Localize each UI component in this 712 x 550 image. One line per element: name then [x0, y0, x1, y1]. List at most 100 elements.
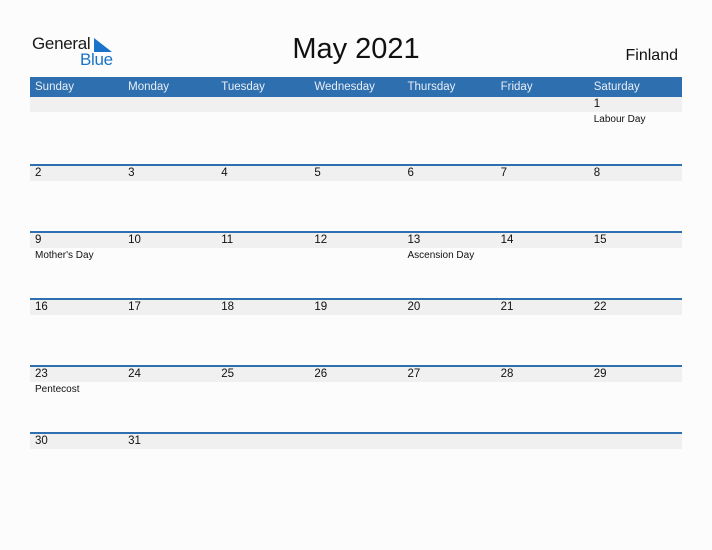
weekday-sunday: Sunday — [35, 81, 75, 93]
weekday-saturday: Saturday — [593, 81, 640, 93]
day-number: 29 — [593, 368, 607, 380]
day-cell: 25 — [216, 367, 309, 397]
day-number — [594, 434, 682, 449]
day-number: 17 — [128, 301, 141, 313]
day-cell: 3 — [123, 166, 216, 181]
day-cell: 22 — [589, 300, 682, 315]
day-cell: 19 — [309, 300, 402, 315]
day-cell: 16 — [30, 300, 123, 315]
week-row: 2 3 4 5 6 7 8 — [30, 164, 682, 230]
day-number: 18 — [221, 301, 235, 313]
day-number — [501, 97, 589, 112]
day-cell: 11 — [216, 233, 309, 263]
holiday-label: Ascension Day — [407, 250, 475, 261]
day-cell: 9 Mother's Day — [30, 233, 123, 263]
day-cell: 4 — [216, 166, 309, 181]
day-number: 11 — [221, 234, 234, 246]
day-number — [501, 434, 589, 449]
day-number — [408, 434, 496, 449]
day-number: 19 — [314, 301, 328, 313]
day-cell — [403, 97, 496, 127]
day-number: 28 — [500, 368, 514, 380]
day-cell — [309, 434, 402, 449]
day-number: 13 — [407, 234, 421, 246]
day-cell: 18 — [216, 300, 309, 315]
day-number: 24 — [128, 368, 141, 380]
day-number: 27 — [407, 368, 421, 380]
day-number: 5 — [314, 167, 321, 179]
day-cell: 12 — [309, 233, 402, 263]
day-cell: 23 Pentecost — [30, 367, 123, 397]
day-number: 25 — [221, 368, 235, 380]
day-cells: 2 3 4 5 6 7 8 — [30, 166, 682, 181]
day-number: 16 — [35, 301, 48, 313]
day-number: 4 — [221, 167, 228, 179]
day-number: 9 — [35, 234, 42, 246]
holiday-label: Mother's Day — [35, 250, 94, 261]
day-number: 7 — [500, 167, 508, 179]
day-cells: 23 Pentecost 24 25 26 27 28 29 — [30, 367, 682, 397]
day-cells: 9 Mother's Day 10 11 12 13 Ascension Day 14 15 — [30, 233, 682, 263]
day-cell: 31 — [123, 434, 216, 449]
week-row: 30 31 — [30, 432, 682, 498]
day-cell: 1 Labour Day — [589, 97, 682, 127]
country-label: Finland — [625, 47, 678, 64]
day-number — [35, 97, 123, 112]
day-cell — [216, 97, 309, 127]
day-number: 10 — [128, 234, 141, 246]
day-cell: 28 — [496, 367, 589, 397]
day-cell — [403, 434, 496, 449]
day-number: 2 — [35, 167, 42, 179]
day-number: 12 — [314, 234, 328, 246]
calendar-title: May 2021 — [292, 33, 420, 65]
weekday-header: Sunday Monday Tuesday Wednesday Thursday… — [30, 77, 682, 97]
day-cell: 17 — [123, 300, 216, 315]
weekday-wednesday: Wednesday — [314, 81, 375, 93]
day-cell — [309, 97, 402, 127]
day-cell: 30 — [30, 434, 123, 449]
day-cell: 10 — [123, 233, 216, 263]
day-number: 20 — [407, 301, 421, 313]
calendar-grid: Sunday Monday Tuesday Wednesday Thursday… — [30, 77, 682, 498]
day-cell: 20 — [403, 300, 496, 315]
weeks-container: 1 Labour Day 2 3 4 5 6 7 8 9 Mother's Day 10 11 12 13 A… — [30, 97, 682, 498]
day-number: 14 — [500, 234, 514, 246]
day-cell — [496, 97, 589, 127]
day-number — [221, 434, 309, 449]
day-cell: 26 — [309, 367, 402, 397]
day-cell: 24 — [123, 367, 216, 397]
day-number: 15 — [593, 234, 607, 246]
day-number — [128, 97, 216, 112]
week-row: 16 17 18 19 20 21 22 — [30, 298, 682, 364]
day-cell: 7 — [496, 166, 589, 181]
day-number: 31 — [128, 435, 141, 447]
day-cell: 5 — [309, 166, 402, 181]
day-number: 1 — [593, 98, 601, 110]
weekday-friday: Friday — [500, 81, 533, 93]
day-cell: 13 Ascension Day — [403, 233, 496, 263]
day-cell — [30, 97, 123, 127]
holiday-label: Pentecost — [35, 384, 80, 395]
week-row: 9 Mother's Day 10 11 12 13 Ascension Day 14 15 — [30, 231, 682, 297]
weekday-tuesday: Tuesday — [221, 81, 265, 93]
day-cell: 8 — [589, 166, 682, 181]
week-row: 1 Labour Day — [30, 97, 682, 163]
day-number: 22 — [593, 301, 607, 313]
day-cells: 1 Labour Day — [30, 97, 682, 127]
day-cell: 6 — [403, 166, 496, 181]
day-cell — [589, 434, 682, 449]
day-cell — [496, 434, 589, 449]
day-cell: 29 — [589, 367, 682, 397]
day-cell — [216, 434, 309, 449]
day-number: 21 — [500, 301, 514, 313]
weekday-thursday: Thursday — [407, 81, 456, 93]
day-number: 8 — [593, 167, 601, 179]
day-number: 26 — [314, 368, 328, 380]
day-number: 23 — [35, 368, 48, 380]
day-number — [221, 97, 309, 112]
day-number: 6 — [407, 167, 414, 179]
day-cell: 14 — [496, 233, 589, 263]
day-cell — [123, 97, 216, 127]
day-cells: 16 17 18 19 20 21 22 — [30, 300, 682, 315]
day-cell: 21 — [496, 300, 589, 315]
